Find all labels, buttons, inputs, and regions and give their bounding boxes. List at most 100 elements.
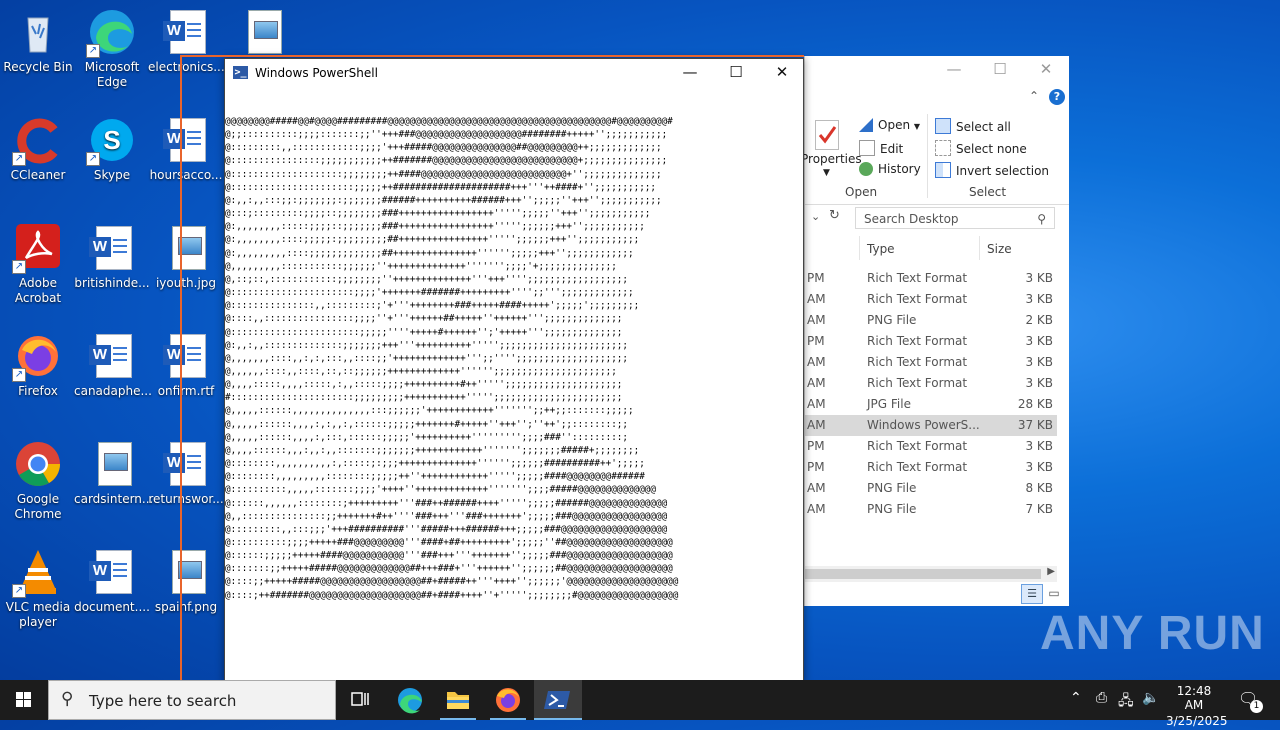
maximize-button[interactable]: ☐: [977, 56, 1023, 84]
folder-icon: [447, 692, 469, 709]
select-all-icon: [935, 118, 951, 134]
task-view-icon: [351, 692, 369, 706]
table-row[interactable]: AM PNG File 7 KB: [805, 499, 1057, 520]
large-icons-view-icon[interactable]: ▭: [1045, 584, 1063, 602]
scrollbar-thumb[interactable]: [805, 569, 1041, 579]
chevron-down-icon: ▼: [823, 168, 830, 178]
refresh-icon[interactable]: ↻: [829, 208, 840, 223]
desktop-icon-vlc[interactable]: ↗ VLC media player: [0, 548, 76, 630]
search-icon: ⚲: [61, 689, 74, 709]
table-row-selected[interactable]: AM Windows PowerS... 37 KB: [805, 415, 1057, 436]
word-doc-icon: W: [162, 8, 210, 56]
device-icon[interactable]: ⎙: [1096, 690, 1107, 730]
close-button[interactable]: ✕: [1023, 56, 1069, 84]
anyrun-watermark: ANY RUN: [1040, 607, 1265, 660]
desktop-icon-returnswor[interactable]: W returnswor...: [148, 440, 224, 507]
open-arrow-icon: [859, 118, 873, 132]
search-desktop-input[interactable]: Search Desktop ⚲: [855, 207, 1055, 229]
desktop-icon-spainf[interactable]: spainf.png: [148, 548, 224, 615]
table-row[interactable]: PM Rich Text Format 3 KB: [805, 436, 1057, 457]
desktop-icon-google-chrome[interactable]: Google Chrome: [0, 440, 76, 522]
explorer-titlebar: — ☐ ✕: [805, 56, 1069, 86]
invert-selection-icon: [935, 162, 951, 178]
table-row[interactable]: PM Rich Text Format 3 KB: [805, 268, 1057, 289]
windows-logo-icon: [16, 692, 31, 707]
desktop-icon-britishinde[interactable]: W britishinde...: [74, 224, 150, 291]
desktop-icon-cardsintern[interactable]: cardsintern...: [74, 440, 153, 507]
table-row[interactable]: AM PNG File 8 KB: [805, 478, 1057, 499]
collapse-ribbon-chevron-icon[interactable]: ⌃: [1029, 89, 1039, 103]
invert-selection-button[interactable]: Invert selection: [935, 162, 1049, 178]
table-row[interactable]: AM JPG File 28 KB: [805, 394, 1057, 415]
desktop-icon-adobe-acrobat[interactable]: ↗ Adobe Acrobat: [0, 224, 76, 306]
table-row[interactable]: AM Rich Text Format 3 KB: [805, 352, 1057, 373]
svg-text:S: S: [103, 125, 120, 155]
clock[interactable]: 12:48 AM 3/25/2025: [1166, 680, 1228, 728]
desktop-icon-microsoft-edge[interactable]: ↗ Microsoft Edge: [74, 8, 150, 90]
word-doc-icon: W: [162, 440, 210, 488]
edge-icon: [398, 688, 422, 714]
word-doc-icon: W: [88, 224, 136, 272]
word-doc-icon: W: [88, 548, 136, 596]
close-button[interactable]: ✕: [759, 59, 805, 87]
properties-checkmark-icon: [815, 120, 839, 150]
details-view-icon[interactable]: ☰: [1021, 584, 1043, 604]
table-row[interactable]: PM Rich Text Format 3 KB: [805, 331, 1057, 352]
minimize-button[interactable]: —: [931, 56, 977, 84]
table-row[interactable]: PM Rich Text Format 3 KB: [805, 457, 1057, 478]
table-row[interactable]: AM PNG File 2 KB: [805, 310, 1057, 331]
select-all-button[interactable]: Select all: [935, 118, 1011, 134]
desktop-icon-electronics[interactable]: W electronics...: [148, 8, 225, 75]
desktop-icon-iyouth[interactable]: iyouth.jpg: [148, 224, 224, 291]
history-button[interactable]: History: [859, 162, 921, 176]
open-button[interactable]: Open ▼: [859, 118, 920, 132]
vlc-icon: ↗: [12, 548, 62, 598]
powershell-titlebar[interactable]: >_ Windows PowerShell — ☐ ✕: [225, 59, 803, 87]
shortcut-arrow-icon: ↗: [86, 44, 100, 58]
recycle-bin-icon: [14, 8, 62, 56]
help-icon[interactable]: ?: [1049, 89, 1065, 105]
edit-button[interactable]: Edit: [859, 140, 903, 156]
volume-icon[interactable]: 🔈: [1142, 690, 1159, 730]
taskbar-firefox[interactable]: [484, 680, 532, 720]
task-view-button[interactable]: [336, 680, 384, 720]
shortcut-arrow-icon: ↗: [12, 152, 26, 166]
desktop-icon-skype[interactable]: S ↗ Skype: [74, 116, 150, 183]
history-dropdown-icon[interactable]: ⌄: [811, 210, 820, 223]
image-file-icon: [162, 224, 210, 272]
desktop-icon-image-file[interactable]: [224, 8, 300, 60]
desktop-icon-hoursacco[interactable]: W hoursacco...: [148, 116, 224, 183]
select-none-button[interactable]: Select none: [935, 140, 1027, 156]
properties-button[interactable]: Properties: [801, 152, 862, 166]
table-row[interactable]: AM Rich Text Format 3 KB: [805, 373, 1057, 394]
ccleaner-icon: ↗: [12, 116, 62, 166]
show-hidden-icons-chevron-icon[interactable]: ⌃: [1070, 690, 1082, 730]
desktop-icon-recycle-bin[interactable]: Recycle Bin: [0, 8, 76, 75]
table-row[interactable]: AM Rich Text Format 3 KB: [805, 289, 1057, 310]
notification-count-badge: 1: [1250, 700, 1263, 713]
maximize-button[interactable]: ☐: [713, 59, 759, 87]
scroll-right-arrow-icon[interactable]: ▶: [1047, 566, 1055, 577]
open-group-label: Open: [845, 185, 878, 199]
search-icon: ⚲: [1037, 212, 1046, 226]
powershell-window: >_ Windows PowerShell — ☐ ✕ @@@@@@@@####…: [224, 58, 804, 684]
horizontal-scrollbar[interactable]: ▶: [805, 566, 1057, 582]
column-header-size[interactable]: Size: [987, 242, 1012, 256]
desktop-icon-onfirm[interactable]: W onfirm.rtf: [148, 332, 224, 399]
word-doc-icon: W: [162, 332, 210, 380]
taskbar-search-box[interactable]: ⚲ Type here to search: [48, 680, 336, 720]
desktop-icon-firefox[interactable]: ↗ Firefox: [0, 332, 76, 399]
column-header-type[interactable]: Type: [867, 242, 895, 256]
desktop-icon-document[interactable]: W document....: [74, 548, 150, 615]
shortcut-arrow-icon: ↗: [12, 260, 26, 274]
network-icon[interactable]: 🖧: [1118, 690, 1134, 730]
desktop-icon-ccleaner[interactable]: ↗ CCleaner: [0, 116, 76, 183]
minimize-button[interactable]: —: [667, 59, 713, 87]
action-center-button[interactable]: 🗨 1: [1236, 680, 1266, 720]
word-doc-icon: W: [88, 332, 136, 380]
desktop-icon-canadaphe[interactable]: W canadaphe...: [74, 332, 152, 399]
taskbar-file-explorer[interactable]: [434, 680, 482, 720]
start-button[interactable]: [0, 680, 48, 720]
taskbar-edge[interactable]: [386, 680, 434, 720]
taskbar-powershell[interactable]: [534, 680, 582, 720]
